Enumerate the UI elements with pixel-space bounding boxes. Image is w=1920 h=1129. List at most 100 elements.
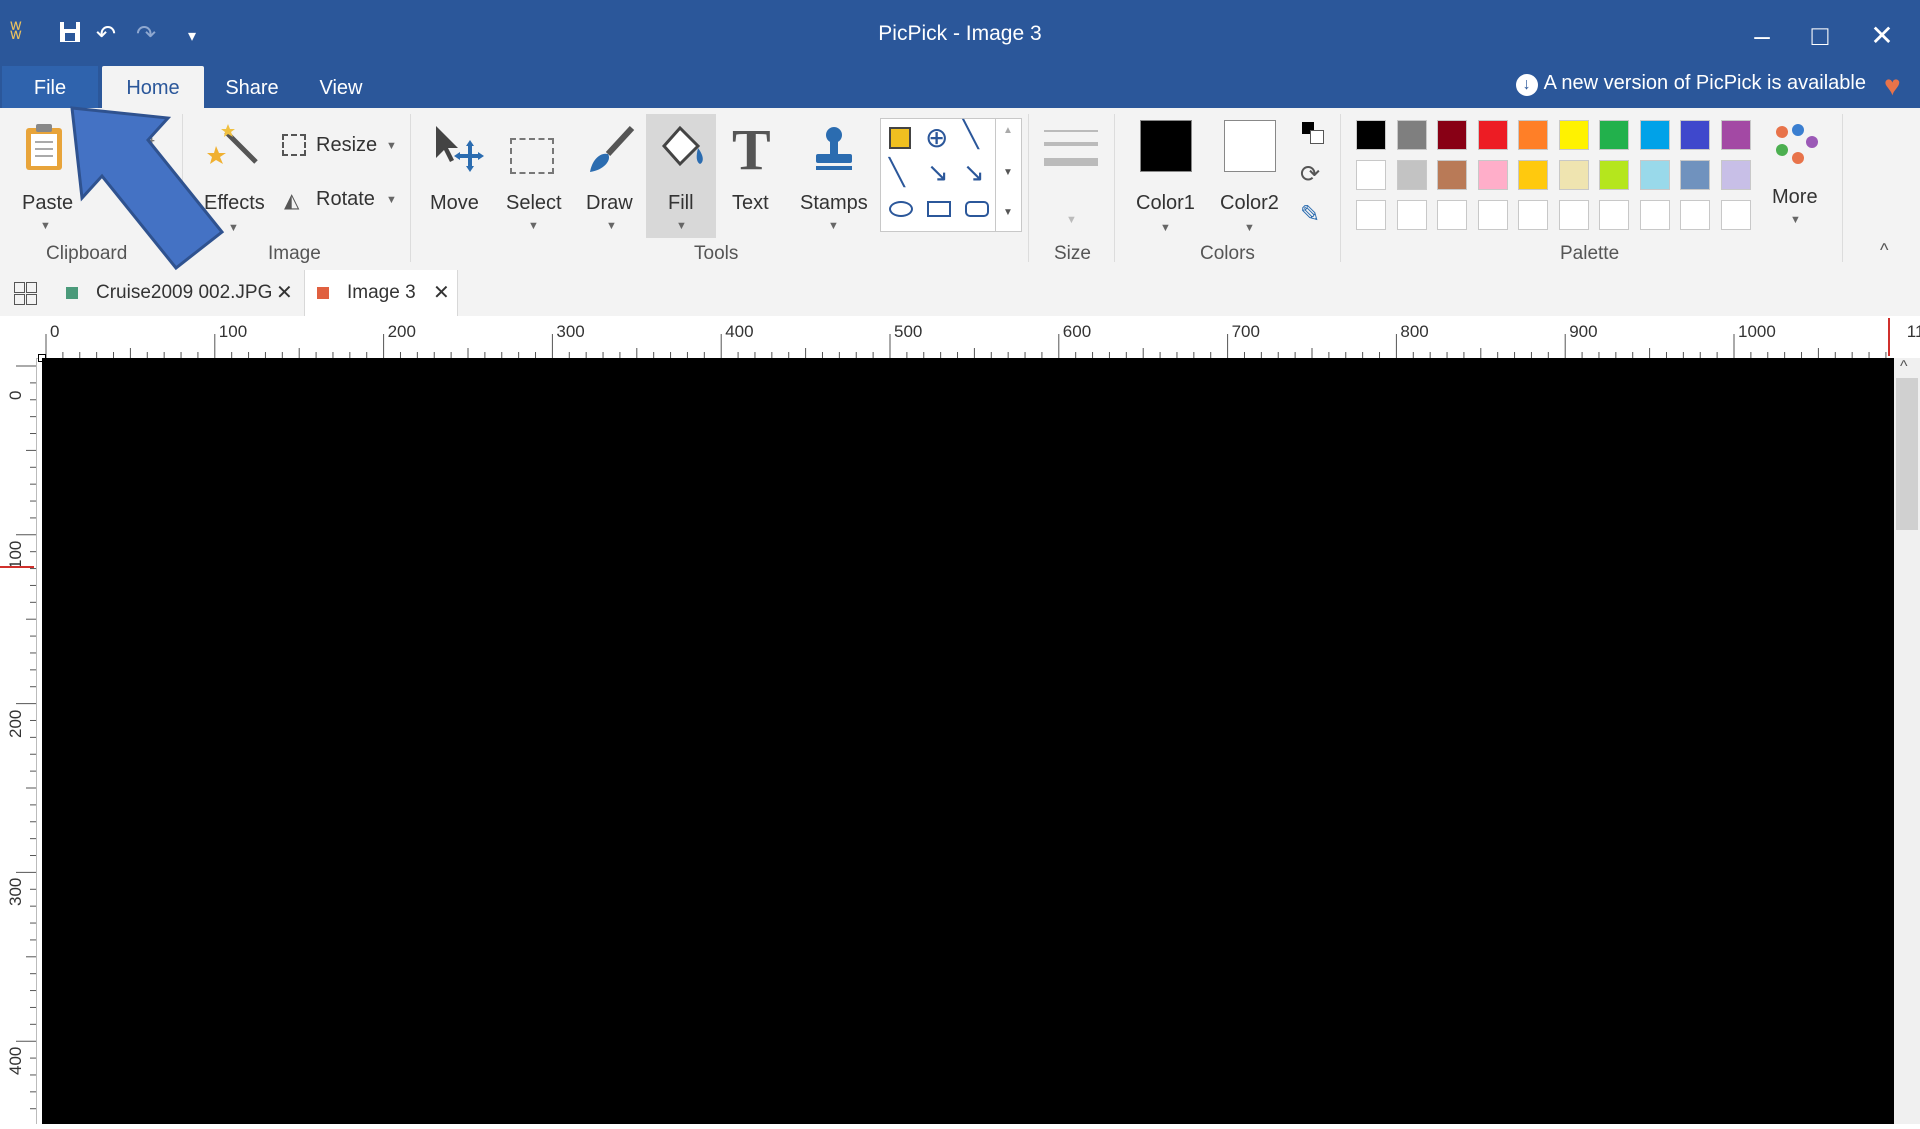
crosshair-icon[interactable]: ⊕ [925,121,948,154]
cut-label[interactable]: ut [138,134,155,157]
shapes-gallery[interactable]: ⊕ ╲ ╲ ↘ ↘ ▲ ▼ ▼ [880,118,1022,232]
rectangle-highlight-icon[interactable] [889,127,911,149]
scrollbar-thumb[interactable] [1896,378,1918,530]
palette-swatch[interactable] [1437,120,1467,150]
ruler-label: 1000 [1738,322,1776,341]
tab-home[interactable]: Home [102,66,204,108]
palette-swatch[interactable] [1639,200,1670,230]
palette-swatch[interactable] [1720,120,1751,150]
palette-swatch[interactable] [1558,160,1589,190]
palette-swatch[interactable] [1356,160,1386,190]
collapse-ribbon-icon[interactable]: ^ [1880,240,1888,261]
tab-view[interactable]: View [300,66,382,108]
palette-swatch[interactable] [1477,120,1508,150]
move-tool-button[interactable]: Move [424,116,490,236]
document-tab-label: Image 3 [347,282,416,303]
redo-icon[interactable]: ↷ [136,20,156,49]
image-canvas[interactable] [42,358,1894,1124]
palette-swatch[interactable] [1518,160,1548,190]
paste-button[interactable]: Paste ▼ [14,116,76,236]
chevron-up-icon[interactable]: ▲ [1003,125,1013,136]
palette-swatch[interactable] [1356,120,1386,150]
rounded-rectangle-icon[interactable] [965,201,989,217]
stamps-tool-button[interactable]: Stamps ▼ [796,116,872,236]
gallery-expand-icon[interactable]: ▼ [1003,207,1013,218]
more-colors-button[interactable]: More ▼ [1764,122,1828,236]
draw-label: Draw [586,192,633,214]
close-tab-icon[interactable]: ✕ [433,270,450,316]
stamps-label: Stamps [800,192,868,214]
palette-swatch[interactable] [1639,120,1670,150]
palette-swatch[interactable] [1518,200,1548,230]
move-label: Move [430,192,479,214]
rotate-button[interactable]: ◭ Rotate ▼ [282,184,402,218]
resize-button[interactable]: Resize ▼ [282,130,402,164]
curved-arrow-icon[interactable]: ↘ [963,157,985,188]
palette-swatch[interactable] [1720,200,1751,230]
close-tab-icon[interactable]: ✕ [276,270,293,316]
palette-swatch[interactable] [1558,120,1589,150]
rectangle-icon[interactable] [927,201,951,217]
line-icon[interactable]: ╲ [963,119,979,150]
palette-swatch[interactable] [1599,200,1629,230]
palette-swatch[interactable] [1680,120,1710,150]
minimize-button[interactable]: – [1742,16,1782,56]
ellipse-icon[interactable] [889,201,913,217]
ruler-label: 100 [218,322,248,341]
color1-button[interactable]: Color1 ▼ [1130,120,1200,236]
line-width-icon [1044,158,1098,166]
palette-swatch[interactable] [1477,200,1508,230]
close-button[interactable]: ✕ [1862,16,1902,56]
default-colors-icon[interactable] [1302,122,1324,144]
text-tool-button[interactable]: T Text [724,116,784,236]
window-title: PicPick - Image 3 [878,22,1042,45]
more-label: More [1772,186,1818,208]
eyedropper-icon[interactable]: ✎ [1300,200,1320,229]
palette-swatch[interactable] [1680,200,1710,230]
palette-swatch[interactable] [1356,200,1386,230]
move-icon [436,126,484,172]
color2-swatch [1224,120,1276,172]
maximize-button[interactable]: □ [1800,16,1840,56]
palette-swatch[interactable] [1437,200,1467,230]
chevron-up-icon[interactable]: ^ [1900,358,1908,376]
palette-swatch[interactable] [1599,120,1629,150]
line-width-icon [1044,130,1098,132]
fill-tool-button[interactable]: Fill ▼ [646,114,716,238]
palette-swatch[interactable] [1396,120,1427,150]
save-icon[interactable] [58,20,82,51]
chevron-down-icon[interactable]: ▼ [1003,167,1013,178]
palette-swatch[interactable] [1437,160,1467,190]
arrow-line-icon[interactable]: ↘ [927,157,949,188]
palette-swatch[interactable] [1639,160,1670,190]
download-icon: ↓ [1515,74,1538,96]
color2-button[interactable]: Color2 ▼ [1214,120,1284,236]
document-tab-cruise[interactable]: Cruise2009 002.JPG ✕ [58,270,298,316]
undo-icon[interactable]: ↶ [96,20,116,49]
palette-swatch[interactable] [1680,160,1710,190]
palette-swatch[interactable] [1558,200,1589,230]
effects-button[interactable]: Effects ▼ [200,118,270,236]
curve-icon[interactable]: ╲ [889,157,905,188]
palette-swatch[interactable] [1518,120,1548,150]
ruler-position-marker [0,566,34,568]
update-notice[interactable]: ↓ A new version of PicPick is available [1515,72,1866,96]
select-tool-button[interactable]: Select ▼ [500,116,566,236]
gallery-scroll[interactable]: ▲ ▼ ▼ [995,119,1020,231]
document-tab-image3[interactable]: Image 3 ✕ [304,270,458,317]
size-button[interactable]: ▼ [1040,120,1102,230]
tab-file[interactable]: File [2,66,98,108]
tab-share[interactable]: Share [212,66,292,108]
thumbnail-view-icon[interactable] [14,282,37,305]
heart-icon[interactable]: ♥ [1884,70,1901,102]
swap-colors-icon[interactable]: ⟳ [1300,160,1320,189]
palette-swatch[interactable] [1396,200,1427,230]
draw-tool-button[interactable]: Draw ▼ [578,116,642,236]
palette-swatch[interactable] [1720,160,1751,190]
palette-swatch[interactable] [1599,160,1629,190]
palette-swatch[interactable] [1477,160,1508,190]
ruler-position-marker [1888,318,1890,356]
palette-swatch[interactable] [1396,160,1427,190]
vertical-scrollbar[interactable]: ^ [1894,358,1920,1124]
customize-icon[interactable]: ▾ [188,26,196,46]
